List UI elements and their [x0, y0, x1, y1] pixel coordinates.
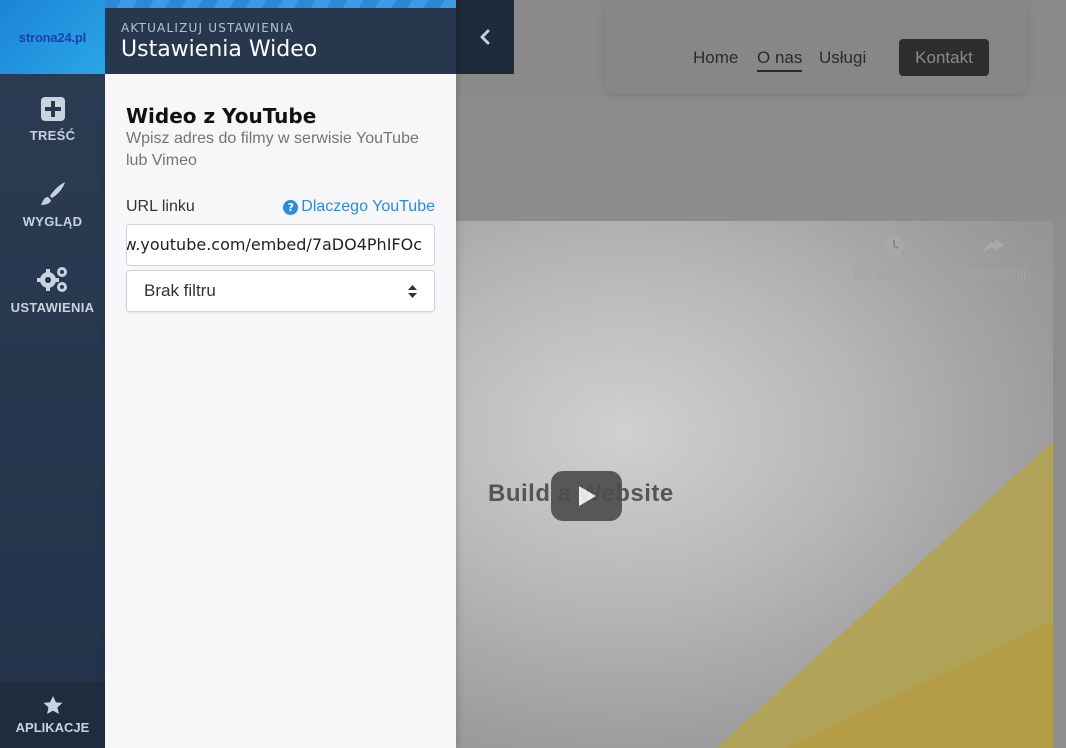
contact-button[interactable]: Kontakt — [899, 39, 989, 76]
why-youtube-label: Dlaczego YouTube — [301, 198, 435, 215]
plus-square-icon — [40, 97, 65, 121]
logo[interactable]: strona24.pl — [0, 0, 105, 74]
url-field-label: URL linku — [126, 198, 195, 215]
nav-link-services[interactable]: Usługi — [819, 48, 866, 68]
panel-overline: AKTUALIZUJ USTAWIENIA — [121, 21, 295, 35]
filter-select[interactable]: Brak filtru — [126, 270, 435, 312]
question-circle-icon: ? — [283, 199, 299, 215]
collapse-panel-button[interactable] — [456, 0, 514, 74]
video-url-value: https://www.youtube.com/embed/7aDO4PhIFO… — [126, 235, 422, 254]
filter-select-value: Brak filtru — [144, 281, 216, 300]
editor-sidebar: strona24.pl TREŚĆ WYGLĄD USTAWIENIA APLI… — [0, 0, 105, 748]
video-embed[interactable]: Do obejrze... Udostępnij Build a Website — [456, 221, 1053, 748]
sidebar-item-label: WYGLĄD — [22, 214, 83, 229]
share-icon — [980, 233, 1006, 259]
clock-icon — [881, 233, 907, 259]
star-icon — [43, 695, 62, 714]
sidebar-item-label: APLIKACJE — [15, 719, 90, 735]
watch-later-label: Do obejrze... — [854, 265, 934, 281]
chevron-left-icon — [480, 29, 490, 45]
video-url-input[interactable]: https://www.youtube.com/embed/7aDO4PhIFO… — [126, 224, 435, 266]
site-right-margin — [1053, 221, 1066, 748]
video-settings-panel: AKTUALIZUJ USTAWIENIA Ustawienia Wideo W… — [105, 0, 456, 748]
sidebar-item-label: TREŚĆ — [29, 128, 76, 143]
section-description: Wpisz adres do filmy w serwisie YouTube … — [126, 130, 419, 169]
panel-accent-stripe — [105, 0, 456, 8]
nav-link-about[interactable]: O nas — [757, 48, 803, 72]
section-title: Wideo z YouTube — [126, 104, 317, 128]
panel-header: AKTUALIZUJ USTAWIENIA Ustawienia Wideo — [105, 8, 456, 74]
sidebar-item-content[interactable]: TREŚĆ — [0, 96, 105, 143]
play-button[interactable] — [551, 471, 622, 521]
why-youtube-link[interactable]: ? Dlaczego YouTube — [283, 198, 435, 216]
sidebar-item-label: USTAWIENIA — [10, 300, 95, 315]
sidebar-item-settings[interactable]: USTAWIENIA — [0, 264, 105, 315]
panel-title: Ustawienia Wideo — [121, 37, 318, 62]
sidebar-item-appearance[interactable]: WYGLĄD — [0, 180, 105, 229]
watch-later-button[interactable]: Do obejrze... — [854, 233, 933, 281]
play-icon — [578, 486, 596, 506]
logo-text: strona24.pl — [18, 29, 87, 45]
share-button[interactable]: Udostępnij — [960, 233, 1026, 281]
sort-arrows-icon — [408, 284, 417, 298]
paintbrush-icon — [40, 182, 65, 205]
share-label: Udostępnij — [960, 265, 1027, 281]
sidebar-item-apps[interactable]: APLIKACJE — [0, 682, 105, 748]
gears-icon — [36, 267, 67, 292]
nav-link-home[interactable]: Home — [693, 48, 738, 68]
